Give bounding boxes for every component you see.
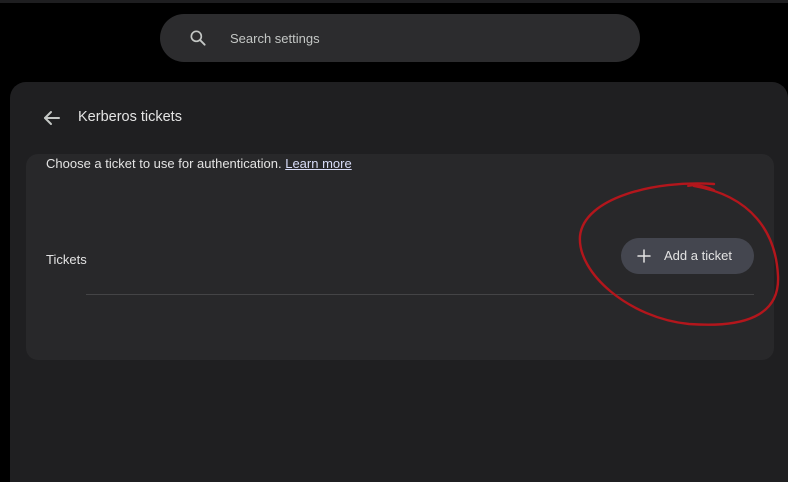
arrow-back-icon[interactable] bbox=[40, 106, 64, 130]
settings-panel: Kerberos tickets Choose a ticket to use … bbox=[10, 82, 788, 482]
search-bar[interactable] bbox=[160, 14, 640, 62]
learn-more-link[interactable]: Learn more bbox=[285, 156, 351, 171]
description-label: Choose a ticket to use for authenticatio… bbox=[46, 156, 282, 171]
tickets-divider bbox=[86, 294, 754, 295]
add-ticket-label: Add a ticket bbox=[664, 248, 732, 263]
kerberos-card: Choose a ticket to use for authenticatio… bbox=[26, 154, 774, 360]
description-text: Choose a ticket to use for authenticatio… bbox=[46, 156, 352, 171]
page-title: Kerberos tickets bbox=[78, 109, 182, 125]
plus-icon bbox=[637, 249, 651, 263]
add-ticket-button[interactable]: Add a ticket bbox=[621, 238, 754, 274]
top-strip bbox=[0, 0, 788, 3]
search-input[interactable] bbox=[230, 28, 610, 48]
tickets-label: Tickets bbox=[46, 252, 87, 267]
search-icon bbox=[190, 30, 206, 46]
